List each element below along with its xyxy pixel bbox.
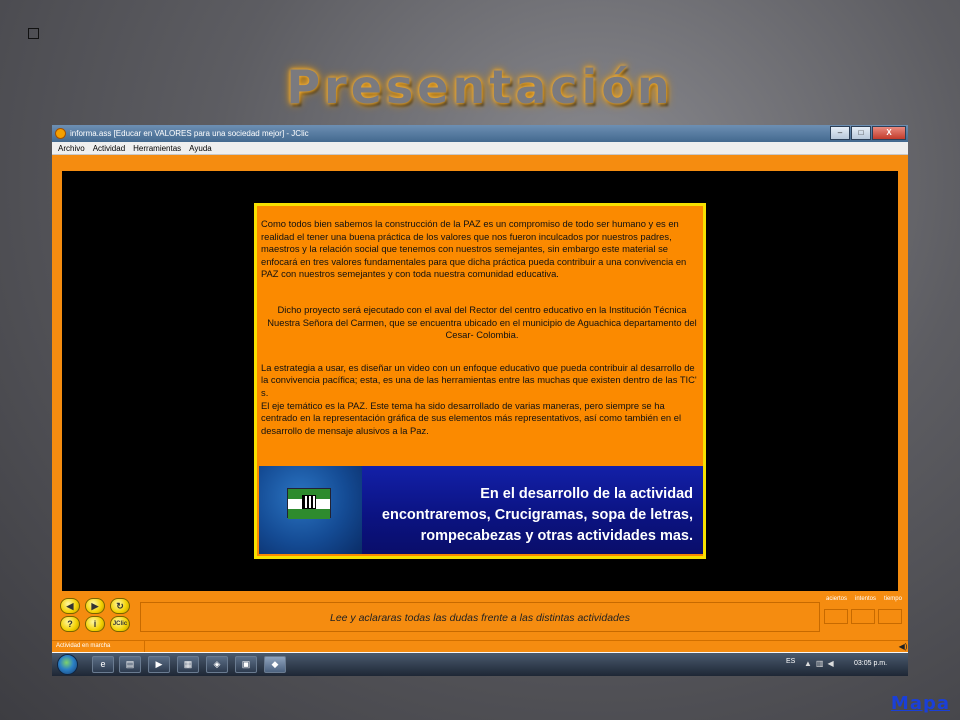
- counter-labels: aciertos intentos tiempo: [826, 596, 902, 602]
- next-arrow-icon[interactable]: ▶: [85, 598, 105, 614]
- counter-tiempo: [878, 609, 902, 624]
- documents-icon[interactable]: ▦: [177, 656, 199, 673]
- banner-line-1: En el desarrollo de la actividad: [480, 486, 693, 502]
- ie-icon[interactable]: e: [92, 656, 114, 673]
- paragraph-intro: Como todos bien sabemos la construcción …: [261, 218, 687, 280]
- jclic-task-icon[interactable]: ◆: [264, 656, 286, 673]
- menu-actividad[interactable]: Actividad: [89, 144, 129, 153]
- prev-arrow-icon[interactable]: ◀: [60, 598, 80, 614]
- card-text: Como todos bien sabemos la construcción …: [261, 218, 703, 437]
- minimize-button[interactable]: –: [830, 126, 850, 140]
- label-aciertos: aciertos: [826, 596, 848, 602]
- banner-line-3: rompecabezas y otras actividades mas.: [420, 528, 693, 544]
- map-link[interactable]: Mapa: [891, 693, 950, 714]
- language-indicator[interactable]: ES: [786, 658, 795, 665]
- office-icon[interactable]: ◈: [206, 656, 228, 673]
- start-button[interactable]: [57, 654, 78, 675]
- control-panel: ◀ ▶ ↻ ? i JClic Lee y aclararas todas la…: [52, 592, 908, 637]
- counter-boxes: [824, 609, 902, 624]
- paragraph-theme: El eje temático es la PAZ. Este tema ha …: [261, 399, 682, 436]
- activity-message: Lee y aclararas todas las dudas frente a…: [140, 602, 820, 632]
- qr-code-icon: [302, 495, 316, 509]
- help-button[interactable]: ?: [60, 616, 80, 632]
- jclic-button[interactable]: JClic: [110, 616, 130, 632]
- statusbar: Actividad en marcha ◀): [52, 640, 908, 652]
- menu-herramientas[interactable]: Herramientas: [129, 144, 185, 153]
- info-button[interactable]: i: [85, 616, 105, 632]
- explorer-icon[interactable]: ▤: [119, 656, 141, 673]
- activities-banner: En el desarrollo de la actividad encontr…: [259, 466, 703, 554]
- close-button[interactable]: X: [872, 126, 906, 140]
- media-player-icon[interactable]: ▶: [148, 656, 170, 673]
- window-titlebar[interactable]: informa.ass [Educar en VALORES para una …: [52, 125, 908, 142]
- banner-image: [259, 466, 362, 554]
- slide-bullet: [28, 28, 39, 39]
- jclic-app-icon: [55, 128, 66, 139]
- paragraph-strategy: La estrategia a usar, es diseñar un vide…: [261, 361, 697, 398]
- system-clock[interactable]: 03:05 p.m.: [854, 660, 887, 667]
- presentation-icon[interactable]: ▣: [235, 656, 257, 673]
- volume-icon[interactable]: ◀: [827, 659, 833, 668]
- tray-arrow-icon[interactable]: ▲: [804, 659, 812, 668]
- slide-title: Presentación: [286, 60, 674, 114]
- counter-aciertos: [824, 609, 848, 624]
- status-text: Actividad en marcha: [52, 641, 145, 652]
- maximize-button[interactable]: □: [851, 126, 871, 140]
- windows-taskbar: e ▤ ▶ ▦ ◈ ▣ ◆ ES ▲ ▥ ◀ 03:05 p.m.: [52, 653, 908, 676]
- label-tiempo: tiempo: [883, 596, 902, 602]
- label-intentos: intentos: [854, 596, 876, 602]
- counter-intentos: [851, 609, 875, 624]
- restart-icon[interactable]: ↻: [110, 598, 130, 614]
- speaker-icon[interactable]: ◀): [898, 642, 908, 651]
- tray-icons: ▲ ▥ ◀: [804, 659, 834, 668]
- banner-line-2: encontraremos, Crucigramas, sopa de letr…: [381, 507, 693, 523]
- presentation-card: Como todos bien sabemos la construcción …: [254, 203, 706, 559]
- window-controls: – □ X: [830, 126, 906, 140]
- menu-archivo[interactable]: Archivo: [54, 144, 89, 153]
- paragraph-project: Dicho proyecto será ejecutado con el ava…: [267, 303, 697, 341]
- network-icon[interactable]: ▥: [816, 659, 824, 668]
- banner-text: En el desarrollo de la actividad encontr…: [353, 484, 693, 547]
- window-title: informa.ass [Educar en VALORES para una …: [70, 129, 309, 138]
- menu-ayuda[interactable]: Ayuda: [185, 144, 216, 153]
- menubar: Archivo Actividad Herramientas Ayuda: [52, 142, 908, 155]
